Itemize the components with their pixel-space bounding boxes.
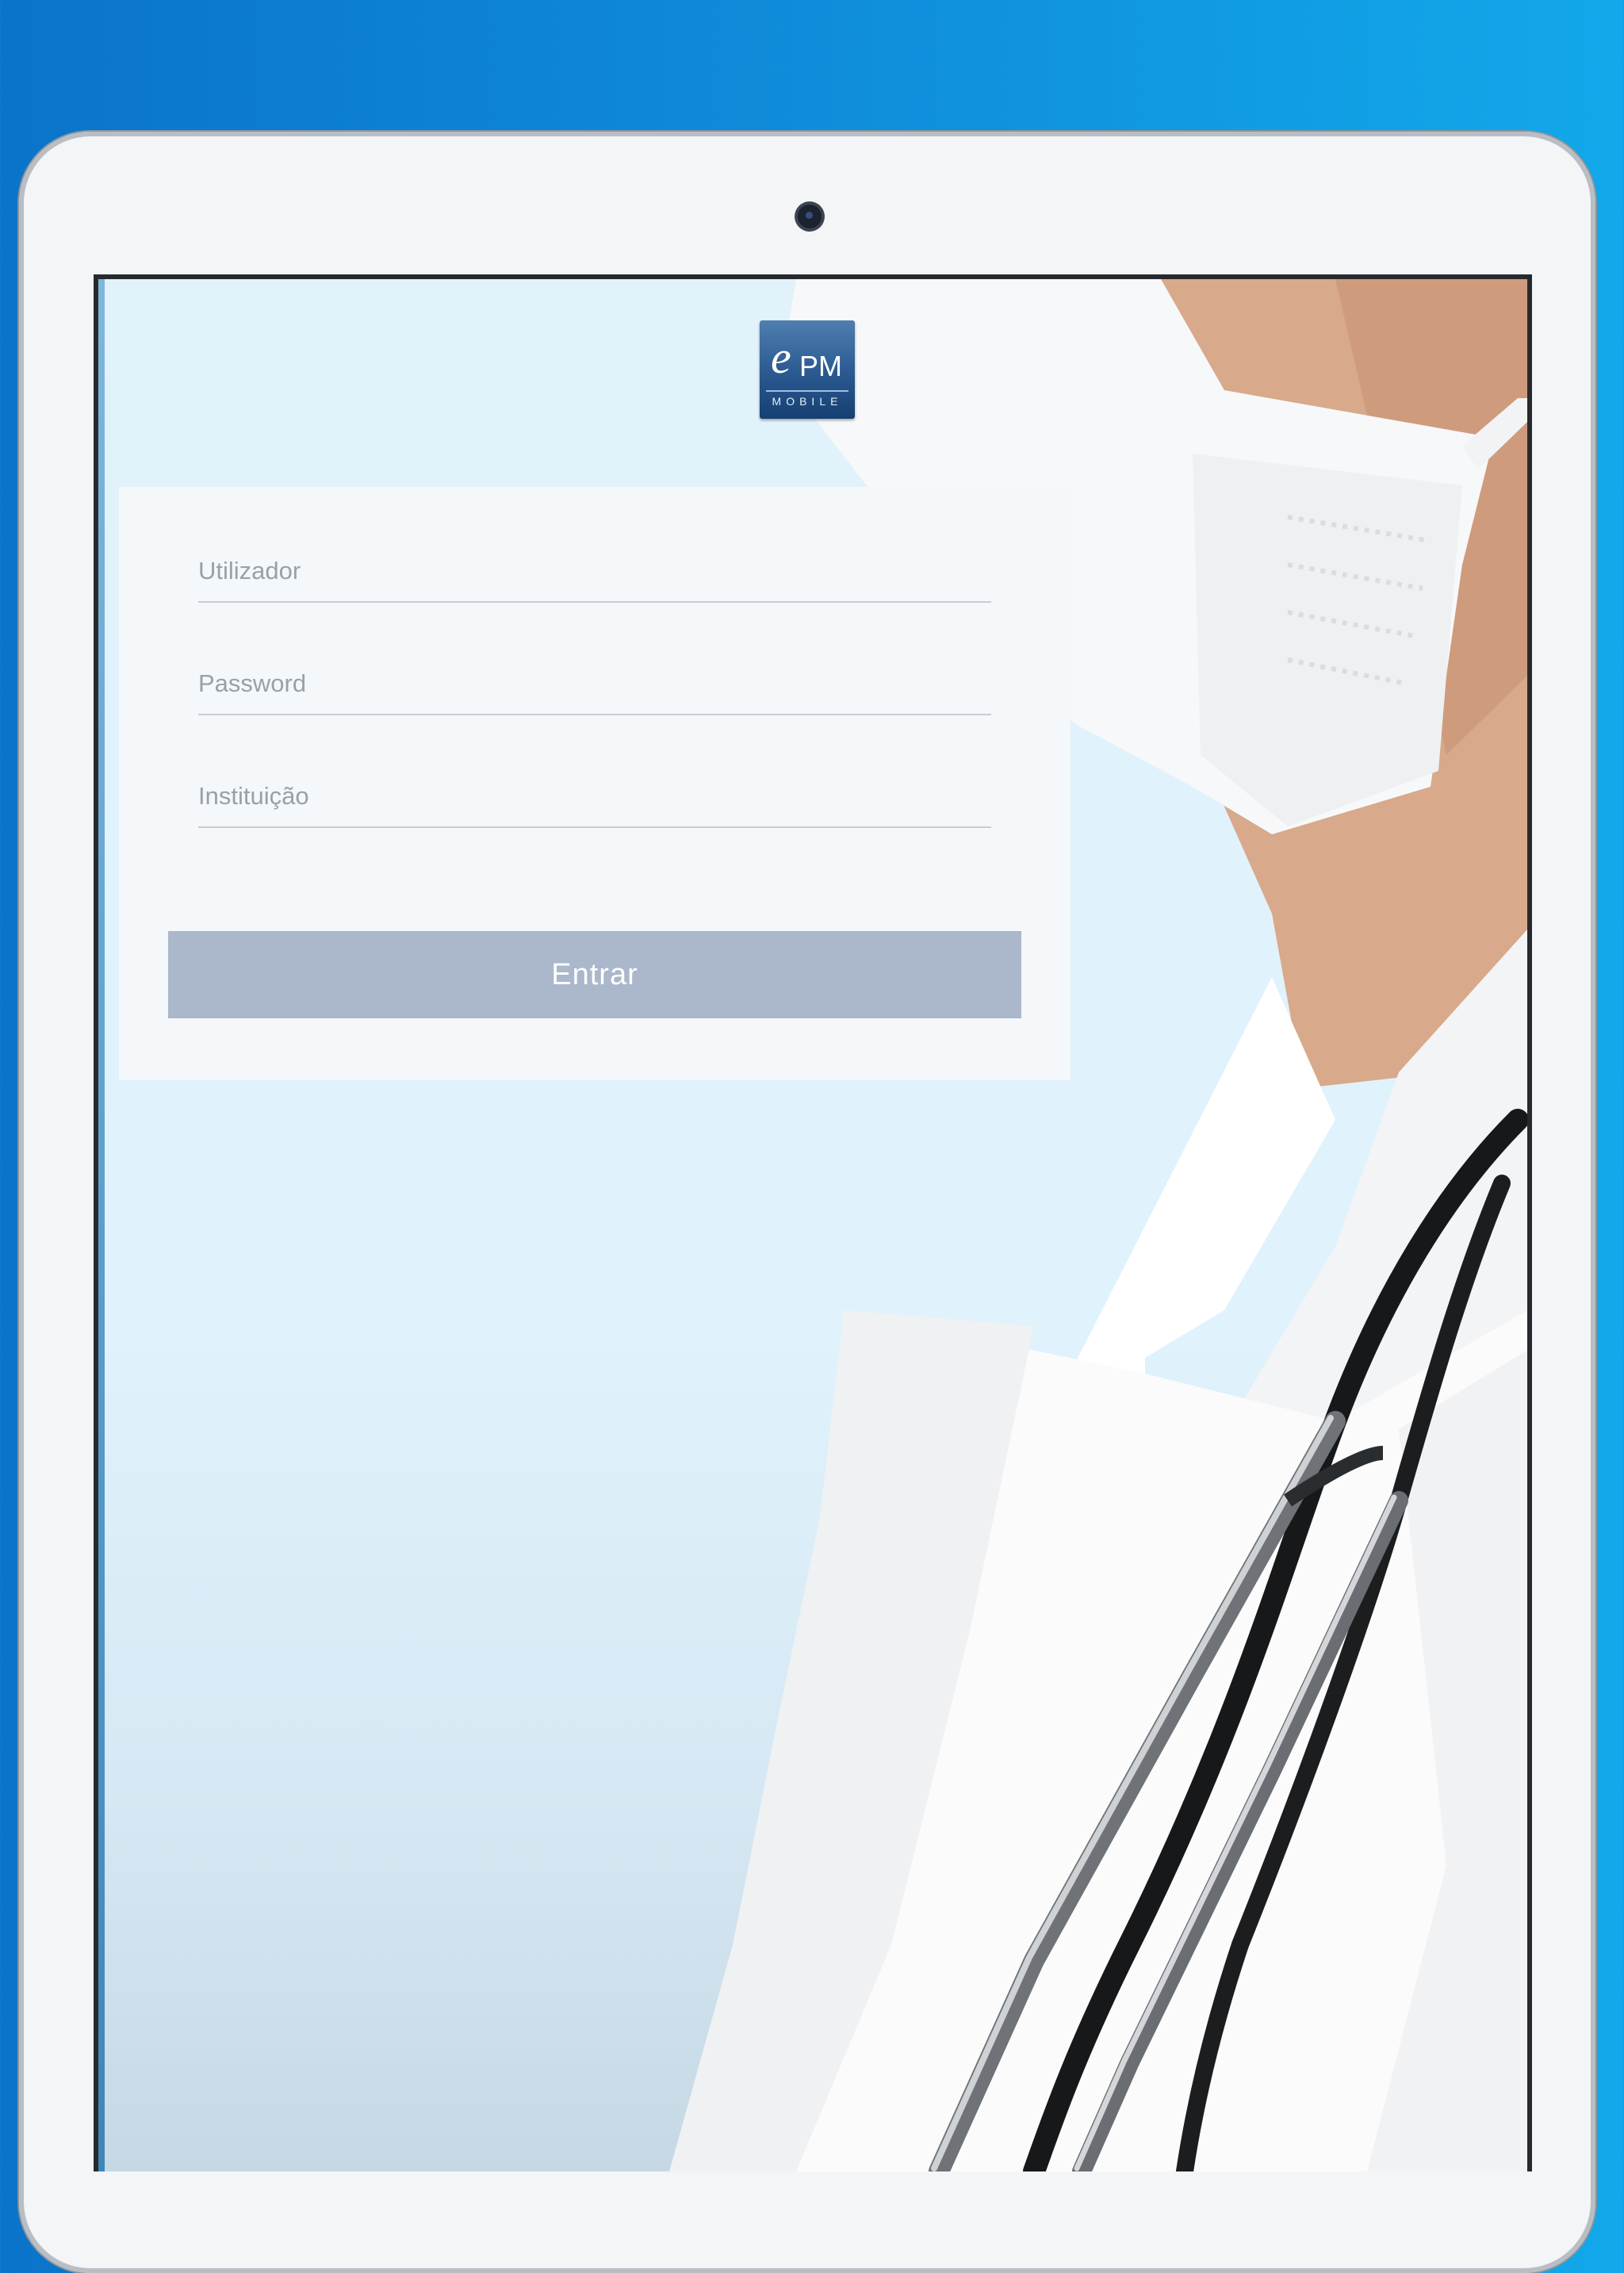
password-placeholder: Password (198, 669, 307, 697)
username-field[interactable]: Utilizador (198, 535, 991, 603)
screen-edge (98, 279, 105, 2171)
login-card: Utilizador Password Instituição Entrar (119, 487, 1071, 1080)
logo-divider (766, 390, 848, 392)
institution-field[interactable]: Instituição (198, 760, 991, 828)
epm-mobile-logo: e PM MOBILE (760, 320, 855, 419)
logo-subtitle: MOBILE (772, 395, 843, 408)
logo-letter: e (771, 332, 791, 383)
camera-icon (798, 205, 822, 228)
username-placeholder: Utilizador (198, 557, 301, 585)
login-button[interactable]: Entrar (168, 931, 1021, 1018)
app-screen: e PM MOBILE Utilizador Password Institui… (94, 274, 1532, 2171)
logo-initials: PM (799, 350, 842, 382)
password-field[interactable]: Password (198, 647, 991, 715)
institution-placeholder: Instituição (198, 782, 309, 810)
